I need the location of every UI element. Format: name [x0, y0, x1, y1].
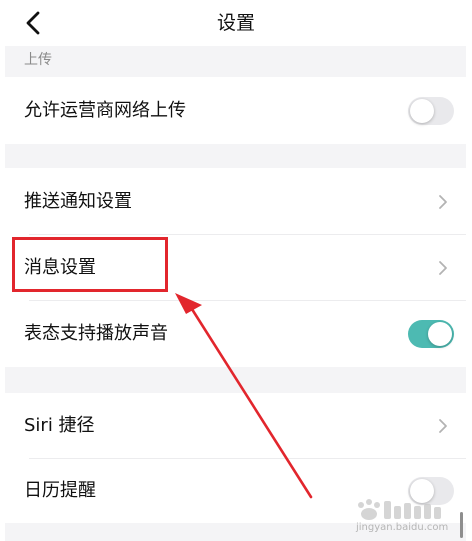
chevron-right-icon	[439, 261, 447, 275]
chevron-right-icon	[439, 194, 447, 209]
status-sound-toggle[interactable]	[408, 320, 454, 348]
watermark-url: jingyan.baidu.com	[356, 522, 449, 533]
row-label: 日历提醒	[24, 480, 96, 501]
section-label-upload: 上传	[24, 52, 52, 68]
section-header-upload	[5, 46, 466, 77]
row-message-settings[interactable]: 消息设置	[5, 235, 466, 301]
section-gap	[5, 144, 466, 168]
row-label: 允许运营商网络上传	[24, 99, 186, 121]
toggle-knob	[428, 322, 452, 346]
row-siri-shortcuts[interactable]: Siri 捷径	[5, 393, 466, 459]
row-label: 推送通知设置	[24, 190, 132, 212]
carrier-upload-toggle[interactable]	[408, 96, 454, 125]
page-title: 设置	[216, 12, 255, 34]
scroll-indicator	[460, 512, 463, 538]
row-carrier-upload[interactable]: 允许运营商网络上传	[5, 77, 466, 144]
nav-header: 设置	[0, 0, 472, 46]
row-label: 表态支持播放声音	[24, 323, 168, 344]
toggle-knob	[410, 98, 434, 123]
row-push-notifications[interactable]: 推送通知设置	[5, 168, 466, 235]
chevron-right-icon	[439, 419, 447, 433]
row-label: 消息设置	[24, 257, 96, 278]
baidu-watermark-logo	[358, 499, 441, 520]
section-gap	[5, 367, 466, 393]
row-status-sound[interactable]: 表态支持播放声音	[5, 301, 466, 367]
row-label: Siri 捷径	[24, 415, 95, 436]
